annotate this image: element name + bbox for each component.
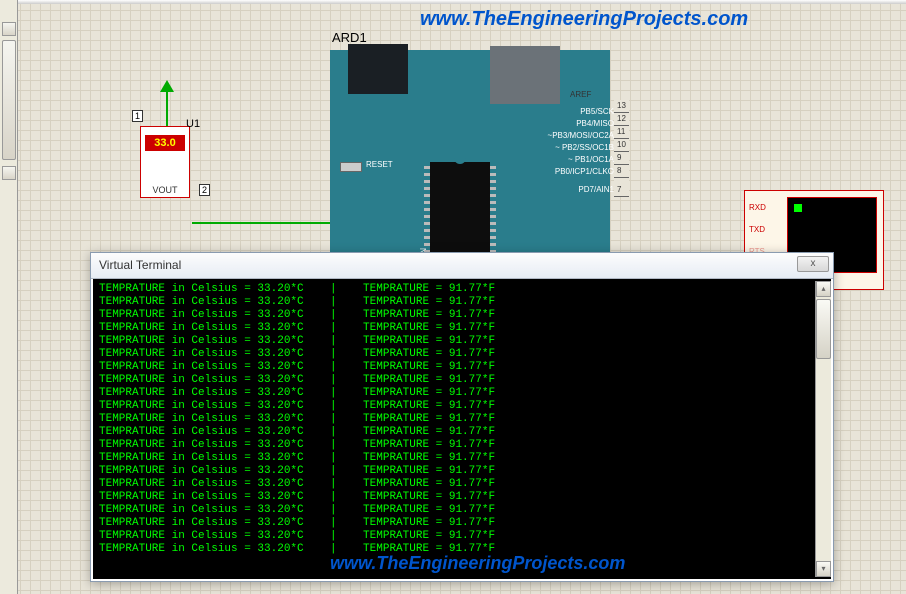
terminal-scrollbar[interactable]: ▴ ▾ [815,281,831,577]
virtual-terminal-window[interactable]: Virtual Terminal x TEMPRATURE in Celsius… [90,252,834,582]
terminal-line: TEMPRATURE in Celsius = 33.20*C | TEMPRA… [99,400,825,413]
pin-label: TXD [749,219,766,241]
terminal-line: TEMPRATURE in Celsius = 33.20*C | TEMPRA… [99,517,825,530]
ruler [18,0,906,4]
terminal-line: TEMPRATURE in Celsius = 33.20*C | TEMPRA… [99,426,825,439]
sensor-display-value: 33.0 [145,135,185,151]
terminal-line: TEMPRATURE in Celsius = 33.20*C | TEMPRA… [99,387,825,400]
sensor-vout-label: VOUT [141,183,189,197]
sensor-ref-label: U1 [186,118,200,130]
terminal-line: TEMPRATURE in Celsius = 33.20*C | TEMPRA… [99,348,825,361]
terminal-line: TEMPRATURE in Celsius = 33.20*C | TEMPRA… [99,530,825,543]
terminal-line: TEMPRATURE in Celsius = 33.20*C | TEMPRA… [99,478,825,491]
watermark-top: www.TheEngineeringProjects.com [420,8,748,31]
pin-label: ~PB3/MOSI/OC2A [548,130,614,142]
power-jack-icon [490,46,560,104]
terminal-line: TEMPRATURE in Celsius = 33.20*C | TEMPRA… [99,491,825,504]
scrollbar-thumb[interactable] [816,299,831,359]
pin-number: 7 [614,184,629,197]
terminal-line: TEMPRATURE in Celsius = 33.20*C | TEMPRA… [99,465,825,478]
terminal-line: TEMPRATURE in Celsius = 33.20*C | TEMPRA… [99,296,825,309]
pin-number: 12 [614,113,629,126]
arduino-right-pin-labels: PB5/SCK PB4/MISO ~PB3/MOSI/OC2A ~ PB2/SS… [548,106,614,196]
arduino-board[interactable]: RESET DIGI AN PB5/SCK PB4/MISO ~PB3/MOSI… [330,50,610,260]
scroll-down-button[interactable]: ▾ [816,561,831,577]
scrollbar-thumb[interactable] [2,40,16,160]
terminal-line: TEMPRATURE in Celsius = 33.20*C | TEMPRA… [99,413,825,426]
watermark-bottom: www.TheEngineeringProjects.com [330,553,625,574]
wire-sensor-to-arduino [192,222,332,224]
sensor-body: 33.0 VOUT [140,126,190,198]
schematic-canvas[interactable]: www.TheEngineeringProjects.com U1 1 33.0… [0,0,906,594]
pin-number: 9 [614,152,629,165]
window-close-button[interactable]: x [797,256,829,272]
terminal-line: TEMPRATURE in Celsius = 33.20*C | TEMPRA… [99,322,825,335]
pin-number: 13 [614,100,629,113]
pin-number: 11 [614,126,629,139]
terminal-line: TEMPRATURE in Celsius = 33.20*C | TEMPRA… [99,283,825,296]
terminal-output[interactable]: TEMPRATURE in Celsius = 33.20*C | TEMPRA… [93,279,831,579]
terminal-line: TEMPRATURE in Celsius = 33.20*C | TEMPRA… [99,335,825,348]
pin-label: ~ PB2/SS/OC1B [548,142,614,154]
pin-label: ~ PB1/OC1A [548,154,614,166]
arduino-ref-label: ARD1 [332,30,367,45]
window-title: Virtual Terminal [99,258,181,272]
pin-number: 10 [614,139,629,152]
sensor-component[interactable]: U1 1 33.0 VOUT 2 [140,90,190,198]
pin-label: RXD [749,197,766,219]
terminal-line: TEMPRATURE in Celsius = 33.20*C | TEMPRA… [99,439,825,452]
sensor-pin1-label: 1 [132,110,143,122]
reset-label: RESET [366,160,393,169]
usb-jack-icon [348,44,408,94]
window-titlebar[interactable]: Virtual Terminal x [91,253,833,279]
reset-button-icon [340,162,362,172]
pin-number: 8 [614,165,629,178]
cursor-icon [794,204,802,212]
terminal-line: TEMPRATURE in Celsius = 33.20*C | TEMPRA… [99,361,825,374]
pin-label: PB5/SCK [548,106,614,118]
pin-label: PD7/AIN1 [548,184,614,196]
scroll-down-button[interactable] [2,166,16,180]
terminal-line: TEMPRATURE in Celsius = 33.20*C | TEMPRA… [99,504,825,517]
toolbar-left [0,0,18,594]
arduino-right-pin-numbers: 13 12 11 10 9 8 7 [614,100,629,197]
pin-label: PB4/MISO [548,118,614,130]
terminal-line: TEMPRATURE in Celsius = 33.20*C | TEMPRA… [99,452,825,465]
terminal-line: TEMPRATURE in Celsius = 33.20*C | TEMPRA… [99,374,825,387]
scroll-up-button[interactable] [2,22,16,36]
pin-label: PB0/ICP1/CLKO [548,166,614,178]
scroll-up-button[interactable]: ▴ [816,281,831,297]
vcc-wire [166,90,168,126]
sensor-pin2-label: 2 [199,184,210,196]
aref-label: AREF [570,90,591,99]
terminal-line: TEMPRATURE in Celsius = 33.20*C | TEMPRA… [99,309,825,322]
